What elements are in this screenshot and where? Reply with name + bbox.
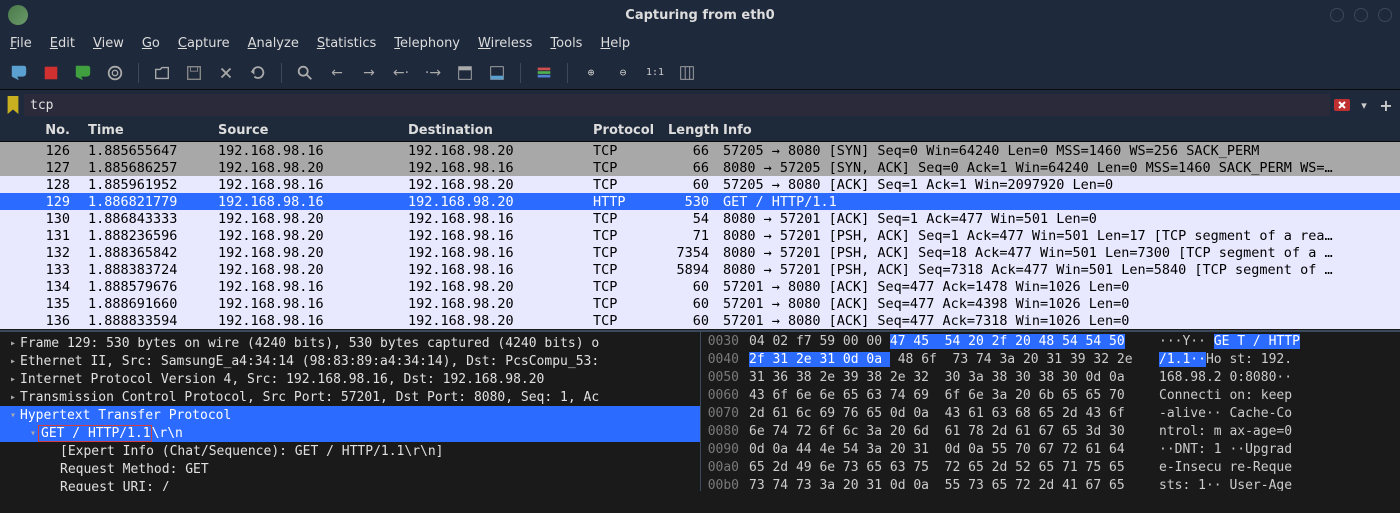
menu-edit[interactable]: Edit [50,36,75,51]
packet-row[interactable]: 1331.888383724192.168.98.20192.168.98.16… [0,261,1400,278]
packet-row[interactable]: 1271.885686257192.168.98.20192.168.98.16… [0,159,1400,176]
packet-row[interactable]: 1351.888691660192.168.98.16192.168.98.20… [0,295,1400,312]
col-info: Info [715,123,1400,138]
detail-row[interactable]: ▸Ethernet II, Src: SamsungE_a4:34:14 (98… [0,352,700,370]
go-forward-button[interactable]: → [356,60,382,86]
open-file-button[interactable] [149,60,175,86]
close-file-button[interactable] [213,60,239,86]
menu-analyze[interactable]: Analyze [248,36,299,51]
go-first-button[interactable] [452,60,478,86]
detail-row[interactable]: ▸Frame 129: 530 bytes on wire (4240 bits… [0,334,700,352]
go-back-button[interactable]: ← [324,60,350,86]
packet-list[interactable]: 1261.885655647192.168.98.16192.168.98.20… [0,142,1400,330]
restart-capture-button[interactable] [70,60,96,86]
col-length: Length [660,123,715,138]
colorize-button[interactable] [531,60,557,86]
detail-row[interactable]: Request Method: GET [0,460,700,478]
stop-capture-button[interactable] [38,60,64,86]
packet-row[interactable]: 1361.888833594192.168.98.16192.168.98.20… [0,312,1400,329]
maximize-button[interactable] [1354,8,1368,22]
toolbar: ← → ←· ·→ ⊕ ⊖ 1:1 [0,56,1400,90]
menu-capture[interactable]: Capture [178,36,230,51]
resize-columns-button[interactable] [674,60,700,86]
display-filter-input[interactable] [24,94,1330,116]
add-filter-button[interactable]: + [1376,95,1396,115]
hex-row[interactable]: 00900d 0a 44 4e 54 3a 20 31 0d 0a 55 70 … [701,442,1400,460]
detail-row[interactable]: ▾Hypertext Transfer Protocol [0,406,700,424]
packet-row[interactable]: 1291.886821779192.168.98.16192.168.98.20… [0,193,1400,210]
hex-row[interactable]: 00b073 74 73 3a 20 31 0d 0a 55 73 65 72 … [701,478,1400,491]
menu-telephony[interactable]: Telephony [394,36,460,51]
start-capture-button[interactable] [6,60,32,86]
menu-tools[interactable]: Tools [550,36,582,51]
minimize-button[interactable] [1330,8,1344,22]
packet-row[interactable]: 1301.886843333192.168.98.20192.168.98.16… [0,210,1400,227]
clear-filter-button[interactable] [1332,95,1352,115]
packet-row[interactable]: 1261.885655647192.168.98.16192.168.98.20… [0,142,1400,159]
packet-row[interactable]: 1311.888236596192.168.98.20192.168.98.16… [0,227,1400,244]
hex-row[interactable]: 00806e 74 72 6f 6c 3a 20 6d 61 78 2d 61 … [701,424,1400,442]
detail-row[interactable]: [Expert Info (Chat/Sequence): GET / HTTP… [0,442,700,460]
hex-row[interactable]: 00402f 31 2e 31 0d 0a 48 6f 73 74 3a 20 … [701,352,1400,370]
packet-details-pane[interactable]: ▸Frame 129: 530 bytes on wire (4240 bits… [0,332,700,491]
col-no: No. [0,123,80,138]
hex-row[interactable]: 006043 6f 6e 6e 65 63 74 69 6f 6e 3a 20 … [701,388,1400,406]
detail-row[interactable]: ▸Internet Protocol Version 4, Src: 192.1… [0,370,700,388]
packet-list-header[interactable]: No. Time Source Destination Protocol Len… [0,120,1400,142]
save-button[interactable] [181,60,207,86]
close-button[interactable] [1378,8,1392,22]
reload-button[interactable] [245,60,271,86]
zoom-in-button[interactable]: ⊕ [578,60,604,86]
menu-statistics[interactable]: Statistics [317,36,376,51]
filter-bar: ▾ + [0,90,1400,120]
menu-go[interactable]: Go [142,36,160,51]
jump-packet-fwd-button[interactable]: ·→ [420,60,446,86]
packet-row[interactable]: 1321.888365842192.168.98.20192.168.98.16… [0,244,1400,261]
app-icon [8,5,28,25]
find-packet-button[interactable] [292,60,318,86]
menubar: File Edit View Go Capture Analyze Statistics Te… [0,30,1400,56]
col-time: Time [80,123,210,138]
hex-row[interactable]: 003004 02 f7 59 00 00 47 45 54 20 2f 20 … [701,334,1400,352]
menu-help[interactable]: Help [600,36,630,51]
packet-bytes-pane[interactable]: 003004 02 f7 59 00 00 47 45 54 20 2f 20 … [700,332,1400,491]
col-destination: Destination [400,123,585,138]
window-title: Capturing from eth0 [625,8,774,23]
detail-row[interactable]: Request URI: / [0,478,700,491]
hex-row[interactable]: 005031 36 38 2e 39 38 2e 32 30 3a 38 30 … [701,370,1400,388]
capture-options-button[interactable] [102,60,128,86]
packet-row[interactable]: 1281.885961952192.168.98.16192.168.98.20… [0,176,1400,193]
go-last-button[interactable] [484,60,510,86]
zoom-out-button[interactable]: ⊖ [610,60,636,86]
detail-row[interactable]: ▾GET / HTTP/1.1\r\n [0,424,700,442]
menu-file[interactable]: File [10,36,32,51]
jump-packet-button[interactable]: ←· [388,60,414,86]
filter-history-button[interactable]: ▾ [1354,95,1374,115]
hex-row[interactable]: 00a065 2d 49 6e 73 65 63 75 72 65 2d 52 … [701,460,1400,478]
zoom-reset-button[interactable]: 1:1 [642,60,668,86]
packet-row[interactable]: 1341.888579676192.168.98.16192.168.98.20… [0,278,1400,295]
titlebar: Capturing from eth0 [0,0,1400,30]
detail-row[interactable]: ▸Transmission Control Protocol, Src Port… [0,388,700,406]
col-protocol: Protocol [585,123,660,138]
hex-row[interactable]: 00702d 61 6c 69 76 65 0d 0a 43 61 63 68 … [701,406,1400,424]
menu-wireless[interactable]: Wireless [478,36,532,51]
col-source: Source [210,123,400,138]
bookmark-icon[interactable] [4,96,22,114]
menu-view[interactable]: View [93,36,124,51]
